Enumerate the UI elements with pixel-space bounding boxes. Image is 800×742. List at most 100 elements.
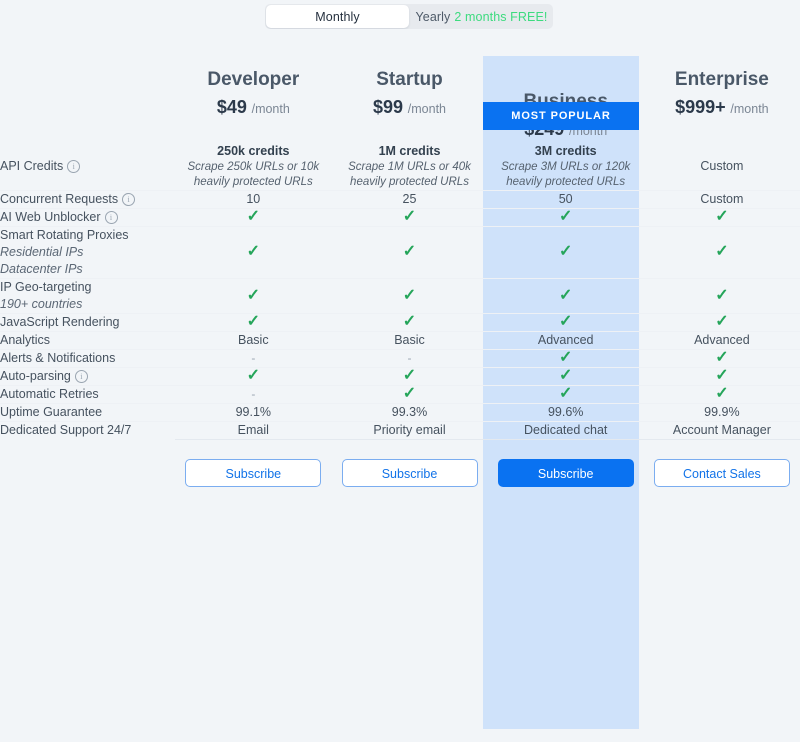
- cta-button-row: Subscribe Subscribe Subscribe Contact Sales: [0, 439, 800, 510]
- pricing-grid: Developer$49 /monthStartup$99 /monthBusi…: [0, 45, 800, 509]
- billing-period-toggle[interactable]: Monthly Yearly 2 months FREE!: [265, 4, 553, 29]
- check-icon: ✓: [558, 367, 573, 384]
- feature-value-cell: ✓: [331, 278, 488, 314]
- check-icon: ✓: [715, 385, 729, 402]
- feature-value-cell: ✓: [487, 349, 644, 368]
- feature-value-text: Advanced: [537, 333, 594, 347]
- feature-value-cell: ✓: [643, 349, 800, 368]
- feature-value-text: 25: [402, 192, 417, 206]
- plan-price: $999+ /month: [644, 96, 800, 120]
- info-icon[interactable]: i: [122, 193, 136, 206]
- feature-label-cell: Alerts & Notifications: [0, 349, 176, 368]
- feature-label: Smart Rotating Proxies: [0, 228, 129, 242]
- check-icon: ✓: [715, 367, 729, 384]
- feature-value-cell: ✓: [487, 226, 644, 279]
- toggle-option-monthly[interactable]: Monthly: [266, 5, 409, 28]
- cta-button-startup[interactable]: Subscribe: [341, 459, 478, 487]
- feature-value-cell: Custom: [643, 190, 800, 209]
- feature-label-cell: API Credits i: [0, 142, 175, 191]
- check-icon: ✓: [402, 313, 417, 330]
- feature-value-cell: 1M credits Scrape 1M URLs or 40k heavily …: [331, 142, 487, 191]
- check-icon: ✓: [402, 367, 417, 384]
- feature-value-cell: Basic: [331, 331, 488, 350]
- check-icon: ✓: [715, 243, 729, 260]
- feature-label: Analytics: [0, 333, 51, 347]
- cta-button-developer[interactable]: Subscribe: [185, 459, 322, 487]
- feature-value-cell: ✓: [175, 208, 332, 227]
- check-icon: ✓: [558, 385, 573, 402]
- plan-price-period: /month: [730, 102, 769, 116]
- feature-value-cell: ✓: [487, 385, 644, 404]
- feature-value-cell: -: [175, 385, 332, 404]
- not-included-dash: -: [251, 351, 256, 365]
- feature-value-cell: 25: [331, 190, 488, 209]
- feature-label: Concurrent Requests: [0, 192, 119, 206]
- feature-label-cell: Automatic Retries: [0, 385, 176, 404]
- feature-row: JavaScript Rendering ✓ ✓ ✓ ✓: [0, 313, 800, 332]
- feature-value-cell: ✓: [487, 313, 644, 332]
- not-included-dash: -: [251, 387, 256, 401]
- check-icon: ✓: [246, 367, 261, 384]
- plan-header-spacer: [0, 45, 175, 142]
- feature-value-cell: ✓: [643, 367, 800, 386]
- cta-cell: Subscribe: [331, 439, 488, 509]
- feature-value-cell: 50: [487, 190, 644, 209]
- info-icon[interactable]: i: [104, 211, 118, 224]
- check-icon: ✓: [246, 313, 261, 330]
- info-icon[interactable]: i: [74, 370, 88, 383]
- feature-value-cell: ✓: [331, 385, 488, 404]
- feature-value-cell: ✓: [175, 226, 332, 279]
- feature-row: Uptime Guarantee 99.1% 99.3% 99.6% 99.9%: [0, 403, 800, 422]
- cta-button-business[interactable]: Subscribe: [497, 459, 634, 487]
- feature-value-cell: Basic: [175, 331, 332, 350]
- feature-sublabel: Residential IPs: [0, 245, 84, 259]
- feature-label-cell: Uptime Guarantee: [0, 403, 176, 422]
- check-icon: ✓: [558, 313, 573, 330]
- toggle-yearly-promo: 2 months FREE!: [454, 9, 548, 24]
- feature-value-note: Scrape 3M URLs or 120k heavily protected…: [501, 161, 631, 188]
- feature-value-cell: 99.1%: [175, 403, 332, 422]
- feature-value-cell: ✓: [331, 313, 488, 332]
- check-icon: ✓: [715, 208, 729, 225]
- cta-row-spacer: [0, 440, 175, 510]
- feature-value-note: Scrape 250k URLs or 10k heavily protecte…: [187, 161, 320, 188]
- feature-value-cell: Custom: [644, 142, 800, 191]
- cta-button-enterprise[interactable]: Contact Sales: [653, 459, 790, 487]
- check-icon: ✓: [402, 243, 417, 260]
- feature-label: JavaScript Rendering: [0, 315, 120, 329]
- feature-value-text: 99.9%: [704, 405, 740, 419]
- feature-value-primary: 1M credits: [378, 144, 441, 158]
- toggle-option-yearly[interactable]: Yearly 2 months FREE!: [410, 4, 553, 29]
- info-icon[interactable]: i: [67, 159, 81, 173]
- feature-value-cell: 250k credits Scrape 250k URLs or 10k heav…: [175, 142, 331, 191]
- feature-row: Dedicated Support 24/7 Email Priority emai…: [0, 421, 800, 440]
- plan-price-amount: $49: [216, 97, 247, 117]
- feature-label-cell: Auto-parsing i: [0, 367, 176, 386]
- feature-value-text: 99.6%: [547, 405, 584, 419]
- feature-value-cell: 99.3%: [331, 403, 488, 422]
- feature-value-text: Basic: [238, 333, 269, 347]
- feature-label: Dedicated Support 24/7: [0, 423, 132, 438]
- feature-value-text: Account Manager: [672, 423, 771, 437]
- feature-value-text: Dedicated chat: [523, 423, 608, 437]
- check-icon: ✓: [402, 385, 417, 402]
- plan-header-startup: Startup $99 /month: [331, 45, 487, 142]
- feature-value-primary: 250k credits: [217, 144, 290, 158]
- feature-value-text: Custom: [700, 192, 744, 206]
- check-icon: ✓: [715, 349, 729, 366]
- feature-row: Smart Rotating Proxies Residential IPs Dat…: [0, 226, 800, 279]
- most-popular-badge: MOST POPULAR: [483, 102, 639, 130]
- feature-value-cell: ✓: [487, 208, 644, 227]
- cta-cell: Subscribe: [487, 439, 644, 509]
- feature-row: Automatic Retries - ✓ ✓ ✓: [0, 385, 800, 404]
- feature-value-primary: 3M credits: [534, 144, 597, 158]
- feature-value-cell: ✓: [331, 208, 488, 227]
- feature-value-cell: ✓: [643, 208, 800, 227]
- toggle-track: Monthly Yearly 2 months FREE!: [265, 4, 553, 29]
- feature-value-text: Advanced: [694, 333, 750, 347]
- feature-row: Analytics Basic Basic Advanced Advanced: [0, 331, 800, 350]
- feature-value-cell: ✓: [331, 226, 488, 279]
- feature-value-text: 99.3%: [391, 405, 428, 419]
- plan-price: $49 /month: [175, 96, 331, 120]
- feature-label-cell: Analytics: [0, 331, 176, 350]
